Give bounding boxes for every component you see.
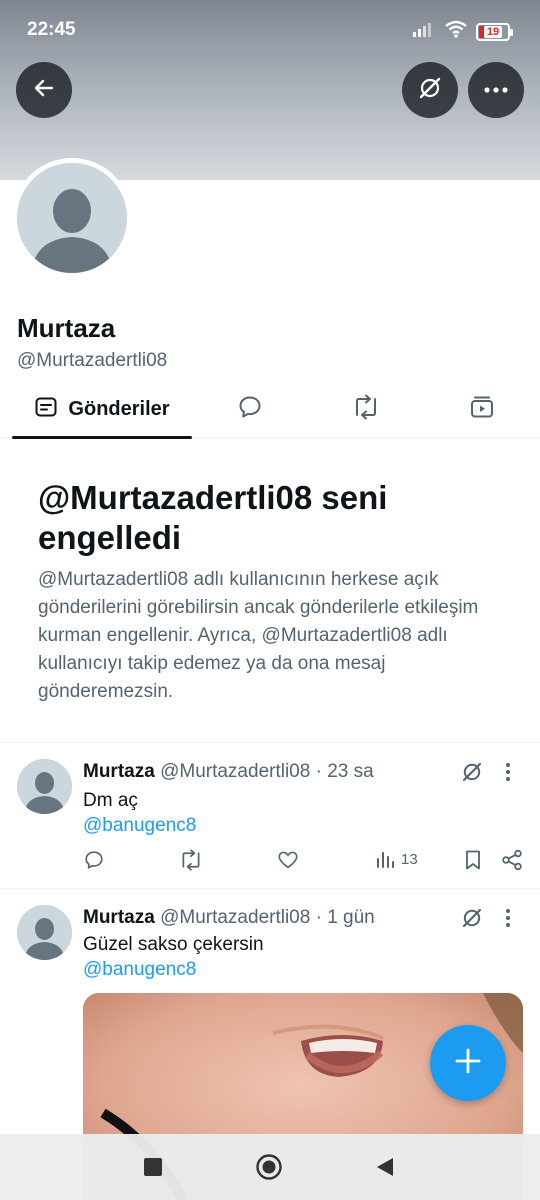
reply-button[interactable] [83,849,105,871]
reposts-icon [352,394,380,425]
grok-icon[interactable] [460,906,484,935]
status-icons: 19 [412,20,513,43]
post-avatar[interactable] [17,759,72,814]
blocked-title: @Murtazadertli08 seni engelledi [38,479,388,556]
post-mention-link[interactable]: @banugenc8 [83,815,196,837]
tab-selected-indicator [12,436,192,439]
post-author-name[interactable]: Murtaza [83,761,155,782]
status-time: 22:45 [27,19,76,40]
triangle-back-icon [377,1158,393,1176]
profile-avatar[interactable] [12,158,132,278]
post-item[interactable]: Murtaza @Murtazadertli08 · 23 sa Dm aç @… [0,742,540,888]
post-text: Dm aç [83,790,138,811]
heart-icon [278,851,298,869]
post-more-icon[interactable] [504,761,512,788]
plus-icon [454,1047,482,1080]
grok-icon[interactable] [460,760,484,789]
post-header: Murtaza @Murtazadertli08 · 1 gün [83,907,375,929]
battery-level: 19 [483,25,503,38]
post-mention-link[interactable]: @banugenc8 [83,959,196,981]
post-more-icon[interactable] [504,907,512,934]
media-icon [469,394,495,425]
post-actions: 13 [83,849,528,875]
system-back-button[interactable] [370,1152,400,1182]
home-button[interactable] [254,1152,284,1182]
post-header: Murtaza @Murtazadertli08 · 23 sa [83,761,374,783]
share-icon [502,849,522,871]
home-circle-icon [256,1154,282,1180]
tab-media[interactable] [442,380,522,438]
back-arrow-icon [32,76,56,105]
like-button[interactable] [277,849,299,871]
views-count: 13 [401,850,418,868]
replies-icon [237,394,263,425]
signal-icon [412,21,436,42]
grok-button[interactable] [402,62,458,118]
recents-button[interactable] [138,1152,168,1182]
default-avatar-icon [17,759,72,814]
tab-posts-label: Gönderiler [68,397,170,420]
bookmark-icon [466,850,480,870]
compose-button[interactable] [430,1025,506,1101]
profile-name: Murtaza [17,313,116,343]
post-author-name[interactable]: Murtaza [83,907,155,928]
wifi-icon [444,20,468,43]
tab-reposts[interactable] [326,380,406,438]
grok-icon [417,75,443,106]
battery-icon: 19 [476,22,513,41]
posts-icon [34,395,58,424]
status-bar: 22:45 19 [0,0,540,60]
default-avatar-icon [17,163,127,273]
profile-handle: @Murtazadertli08 [17,350,168,371]
reply-icon [85,851,103,869]
repost-button[interactable] [179,849,203,871]
more-icon [483,81,509,99]
views-icon [377,852,394,868]
blocked-description: @Murtazadertli08 adlı kullanıcının herke… [38,569,479,702]
system-navigation-bar [0,1134,540,1200]
default-avatar-icon [17,905,72,960]
tab-posts[interactable]: Gönderiler [12,380,192,439]
square-icon [144,1158,162,1176]
views-button[interactable]: 13 [375,849,418,869]
share-button[interactable] [501,849,523,871]
post-meta: @Murtazadertli08 · 23 sa [160,761,374,782]
post-avatar[interactable] [17,905,72,960]
back-button[interactable] [16,62,72,118]
repost-icon [182,849,200,871]
post-meta: @Murtazadertli08 · 1 gün [160,907,375,928]
tab-replies[interactable] [210,380,290,438]
profile-tabs: Gönderiler [0,380,540,439]
bookmark-button[interactable] [463,849,483,871]
post-text: Güzel sakso çekersin [83,934,264,955]
more-options-button[interactable] [468,62,524,118]
